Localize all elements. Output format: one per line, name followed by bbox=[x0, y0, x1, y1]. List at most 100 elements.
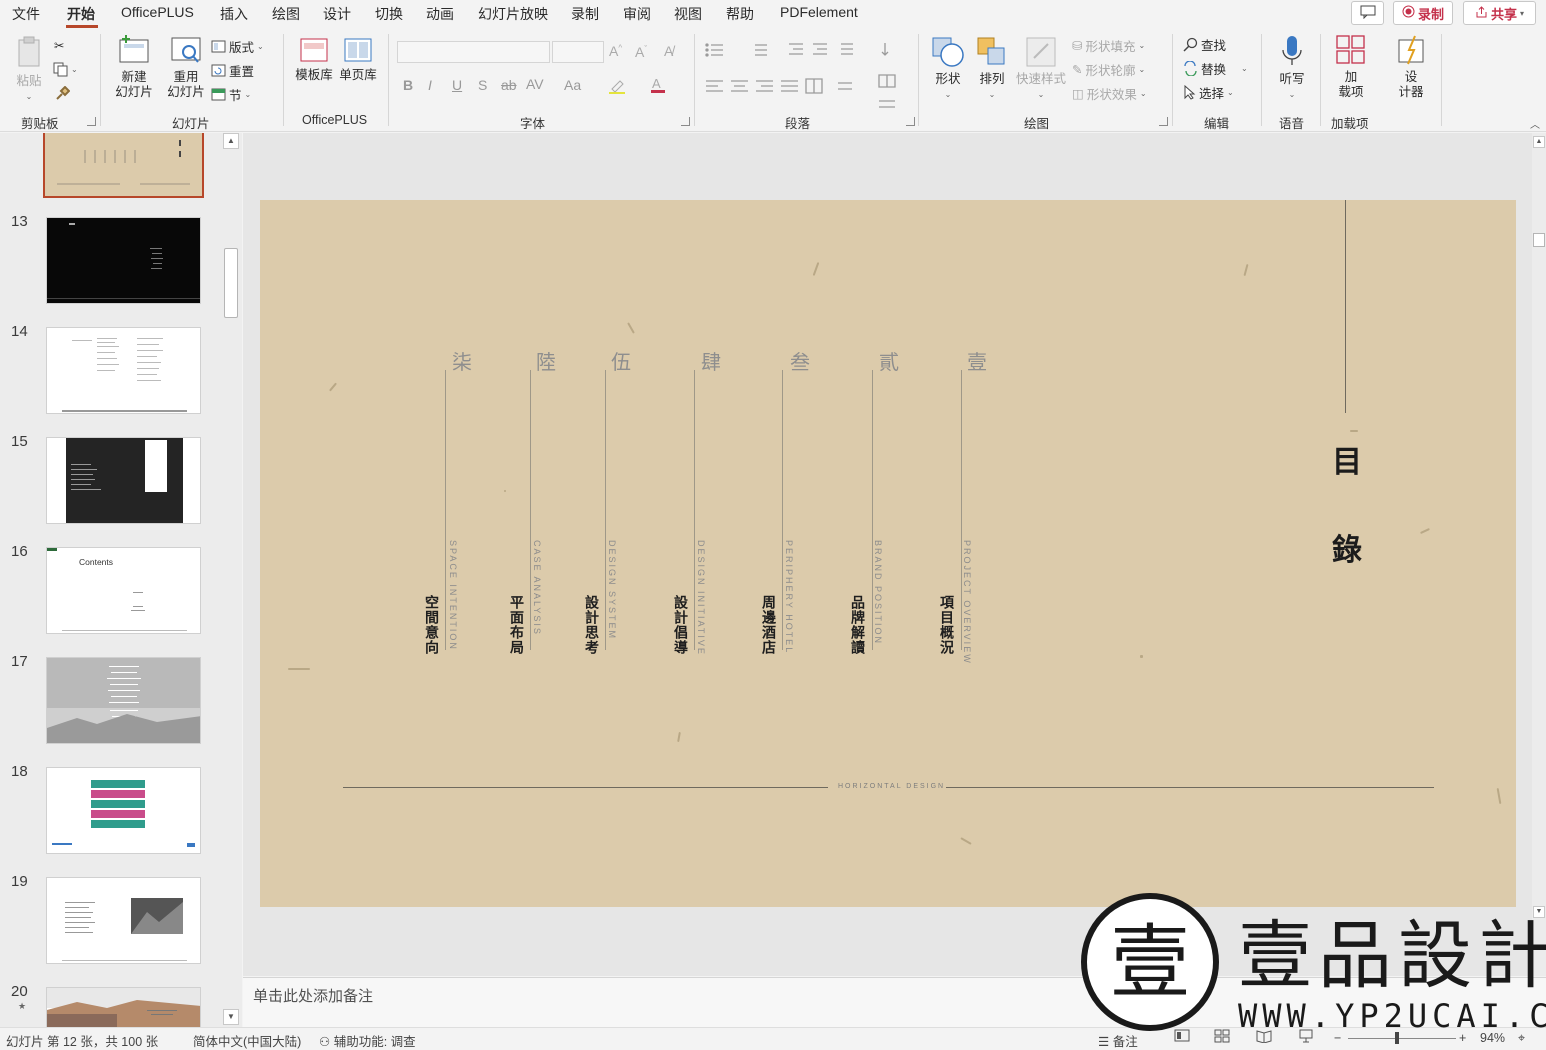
italic-button[interactable]: I bbox=[428, 77, 432, 93]
menu-file[interactable]: 文件 bbox=[12, 4, 40, 24]
scroll-down-arrow-icon[interactable]: ▼ bbox=[223, 1009, 239, 1025]
shape-effects-button[interactable]: ◫ 形状效果 ⌄ bbox=[1072, 84, 1147, 103]
drawing-launcher-icon[interactable] bbox=[1159, 117, 1168, 126]
reuse-slide-button[interactable]: 重用 幻灯片 bbox=[160, 34, 212, 100]
thumbnail-scrollbar[interactable]: ▲ ▼ bbox=[222, 133, 240, 1027]
record-button[interactable]: 录制 bbox=[1393, 1, 1453, 25]
editor-scrollbar[interactable]: ▲ ▼ bbox=[1532, 133, 1546, 976]
slide-sorter-icon[interactable] bbox=[1214, 1029, 1230, 1046]
paragraph-controls[interactable] bbox=[703, 41, 903, 111]
thumb-19-preview bbox=[62, 898, 187, 961]
scrollbar-handle[interactable] bbox=[224, 248, 238, 318]
increase-font-icon[interactable]: A^ bbox=[609, 43, 622, 59]
menu-home[interactable]: 开始 bbox=[67, 4, 95, 24]
menu-help[interactable]: 帮助 bbox=[726, 4, 754, 24]
menu-pdfelement[interactable]: PDFelement bbox=[780, 4, 858, 20]
notes-placeholder[interactable]: 单击此处添加备注 bbox=[253, 985, 373, 1006]
designer-button[interactable]: 设 计器 bbox=[1390, 34, 1432, 100]
single-page-library-button[interactable]: 单页库 bbox=[336, 36, 380, 83]
zoom-level[interactable]: 94% bbox=[1480, 1031, 1505, 1045]
thumbnail-slide-14[interactable] bbox=[46, 327, 201, 414]
scroll-up-arrow-icon[interactable]: ▲ bbox=[223, 133, 239, 149]
zoom-in-icon[interactable]: + bbox=[1459, 1031, 1466, 1045]
zoom-out-icon[interactable]: − bbox=[1334, 1031, 1341, 1045]
font-color-button[interactable]: A bbox=[650, 76, 666, 94]
shapes-button[interactable]: 形状 ⌄ bbox=[928, 36, 968, 102]
language-indicator[interactable]: 简体中文(中国大陆) bbox=[193, 1031, 301, 1050]
change-case-button[interactable]: Aa bbox=[564, 77, 581, 93]
underline-button[interactable]: U bbox=[452, 77, 462, 93]
new-slide-button[interactable]: 新建 幻灯片 bbox=[108, 34, 160, 100]
decrease-font-icon[interactable]: Aˇ bbox=[635, 44, 647, 60]
layout-button[interactable]: 版式 ⌄ bbox=[211, 37, 264, 56]
char-spacing-button[interactable]: AV bbox=[526, 76, 544, 92]
menu-record[interactable]: 录制 bbox=[571, 4, 599, 24]
current-slide-canvas[interactable]: 柒 SPACE INTENTION 空間意向 陸 CASE ANALYSIS 平… bbox=[260, 200, 1516, 907]
quick-styles-button[interactable]: 快速样式 ⌄ bbox=[1014, 36, 1068, 102]
fit-slide-icon[interactable]: ⌖ bbox=[1518, 1031, 1525, 1046]
collapse-ribbon-icon[interactable]: ︿ bbox=[1530, 116, 1540, 131]
thumbnail-slide-20[interactable] bbox=[46, 987, 201, 1027]
accessibility-status[interactable]: ⚇ 辅助功能: 调查 bbox=[319, 1031, 416, 1050]
thumbnail-slide-13[interactable] bbox=[46, 217, 201, 304]
menu-draw[interactable]: 绘图 bbox=[272, 4, 300, 24]
clipboard-launcher-icon[interactable] bbox=[87, 117, 96, 126]
notes-toggle-button[interactable]: ☰ 备注 bbox=[1098, 1031, 1138, 1050]
group-label-font: 字体 bbox=[520, 117, 546, 131]
font-size-select[interactable] bbox=[552, 41, 604, 63]
font-name-select[interactable] bbox=[397, 41, 550, 63]
thumbnail-slide-16[interactable]: Contents bbox=[46, 547, 201, 634]
reset-button[interactable]: 重置 bbox=[211, 61, 254, 80]
find-button[interactable]: 查找 bbox=[1183, 35, 1226, 54]
shape-outline-button[interactable]: ✎ 形状轮廓 ⌄ bbox=[1072, 60, 1145, 79]
thumbnail-slide-18[interactable] bbox=[46, 767, 201, 854]
pencil-icon: ✎ bbox=[1072, 63, 1083, 77]
clear-format-icon[interactable]: A̸ bbox=[664, 43, 673, 59]
scroll-down-arrow-icon[interactable]: ▼ bbox=[1533, 906, 1545, 918]
arrange-button[interactable]: 排列 ⌄ bbox=[972, 36, 1012, 102]
slideshow-icon[interactable] bbox=[1298, 1029, 1314, 1046]
dictate-button[interactable]: 听写 ⌄ bbox=[1272, 34, 1312, 102]
menu-insert[interactable]: 插入 bbox=[220, 4, 248, 24]
cut-button[interactable]: ✂ bbox=[54, 38, 64, 53]
menu-animations[interactable]: 动画 bbox=[426, 4, 454, 24]
format-painter-button[interactable] bbox=[54, 86, 70, 102]
slide-number: 16 bbox=[11, 543, 28, 560]
select-button[interactable]: 选择 ⌄ bbox=[1183, 83, 1234, 102]
shadow-button[interactable]: S bbox=[478, 77, 487, 93]
arrange-label: 排列 bbox=[979, 72, 1005, 86]
share-button[interactable]: 共享 ▾ bbox=[1463, 1, 1536, 25]
template-icon bbox=[300, 38, 328, 62]
shape-fill-button[interactable]: ⛁ 形状填充 ⌄ bbox=[1072, 36, 1145, 55]
scroll-up-arrow-icon[interactable]: ▲ bbox=[1533, 136, 1545, 148]
bold-button[interactable]: B bbox=[403, 77, 413, 93]
thumbnail-slide-15[interactable] bbox=[46, 437, 201, 524]
strikethrough-button[interactable]: ab bbox=[501, 77, 517, 93]
comments-button[interactable] bbox=[1351, 1, 1384, 25]
menu-review[interactable]: 审阅 bbox=[623, 4, 651, 24]
menu-slideshow[interactable]: 幻灯片放映 bbox=[478, 4, 548, 24]
thumbnail-current-slide[interactable] bbox=[43, 133, 204, 198]
highlight-button[interactable] bbox=[608, 78, 626, 94]
paragraph-launcher-icon[interactable] bbox=[906, 117, 915, 126]
thumbnail-slide-19[interactable] bbox=[46, 877, 201, 964]
template-library-button[interactable]: 模板库 bbox=[292, 36, 336, 83]
section-button[interactable]: 节 ⌄ bbox=[211, 85, 251, 104]
menu-officeplus[interactable]: OfficePLUS bbox=[121, 4, 194, 20]
paste-button[interactable]: 粘贴 ⌄ bbox=[14, 36, 44, 104]
thumbnail-slide-17[interactable] bbox=[46, 657, 201, 744]
replace-button[interactable]: 替换 ⌄ bbox=[1183, 59, 1248, 78]
notes-pane[interactable]: 单击此处添加备注 bbox=[243, 977, 1546, 1027]
font-launcher-icon[interactable] bbox=[681, 117, 690, 126]
menu-design[interactable]: 设计 bbox=[323, 4, 351, 24]
normal-view-icon[interactable] bbox=[1174, 1029, 1190, 1046]
addins-button[interactable]: 加 载项 bbox=[1330, 34, 1372, 100]
scrollbar-handle[interactable] bbox=[1533, 233, 1545, 247]
menu-view[interactable]: 视图 bbox=[674, 4, 702, 24]
reading-view-icon[interactable] bbox=[1256, 1029, 1272, 1046]
menu-transitions[interactable]: 切换 bbox=[375, 4, 403, 24]
zoom-slider[interactable] bbox=[1348, 1038, 1456, 1039]
zoom-slider-thumb[interactable] bbox=[1395, 1032, 1399, 1044]
search-icon bbox=[1183, 37, 1198, 52]
copy-button[interactable]: ⌄ bbox=[53, 62, 78, 77]
